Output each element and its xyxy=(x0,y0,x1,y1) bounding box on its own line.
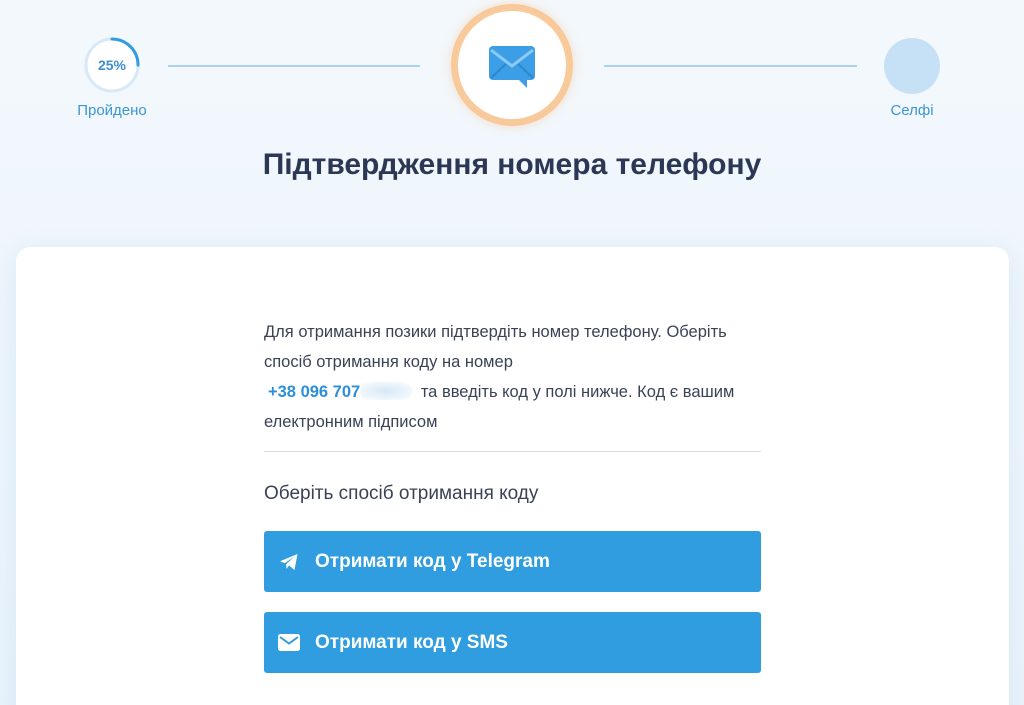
progress-ring: 25% xyxy=(84,37,140,93)
get-code-telegram-button[interactable]: Отримати код у Telegram xyxy=(264,531,761,592)
stepper-connector-right xyxy=(604,65,857,67)
instruction-text-start: Для отримання позики підтвердіть номер т… xyxy=(264,323,727,371)
progress-stepper: 25% Пройдено Селфі xyxy=(0,0,1024,140)
get-code-telegram-label: Отримати код у Telegram xyxy=(315,550,550,572)
phone-verification-page: 25% Пройдено Селфі Підтвердження номера … xyxy=(0,0,1024,705)
get-code-sms-button[interactable]: Отримати код у SMS xyxy=(264,612,761,673)
get-code-sms-label: Отримати код у SMS xyxy=(315,631,508,653)
completed-step-label: Пройдено xyxy=(77,102,147,119)
choose-method-label: Оберіть спосіб отримання коду xyxy=(264,483,539,504)
instruction-text: Для отримання позики підтвердіть номер т… xyxy=(264,317,761,437)
progress-percent: 25% xyxy=(97,57,127,73)
envelope-icon xyxy=(278,632,300,654)
divider xyxy=(264,451,761,452)
envelope-chat-icon xyxy=(489,46,535,88)
selfie-step-circle xyxy=(884,38,940,94)
phone-number-masked xyxy=(360,382,413,400)
stepper-connector-left xyxy=(168,65,420,67)
verification-card: Для отримання позики підтвердіть номер т… xyxy=(16,247,1009,705)
page-title: Підтвердження номера телефону xyxy=(262,148,762,181)
card-content: Для отримання позики підтвердіть номер т… xyxy=(264,317,761,673)
current-step-indicator xyxy=(451,4,573,126)
telegram-icon xyxy=(278,551,300,573)
selfie-step-label: Селфі xyxy=(890,102,934,119)
phone-number: +38 096 707 xyxy=(268,383,361,401)
